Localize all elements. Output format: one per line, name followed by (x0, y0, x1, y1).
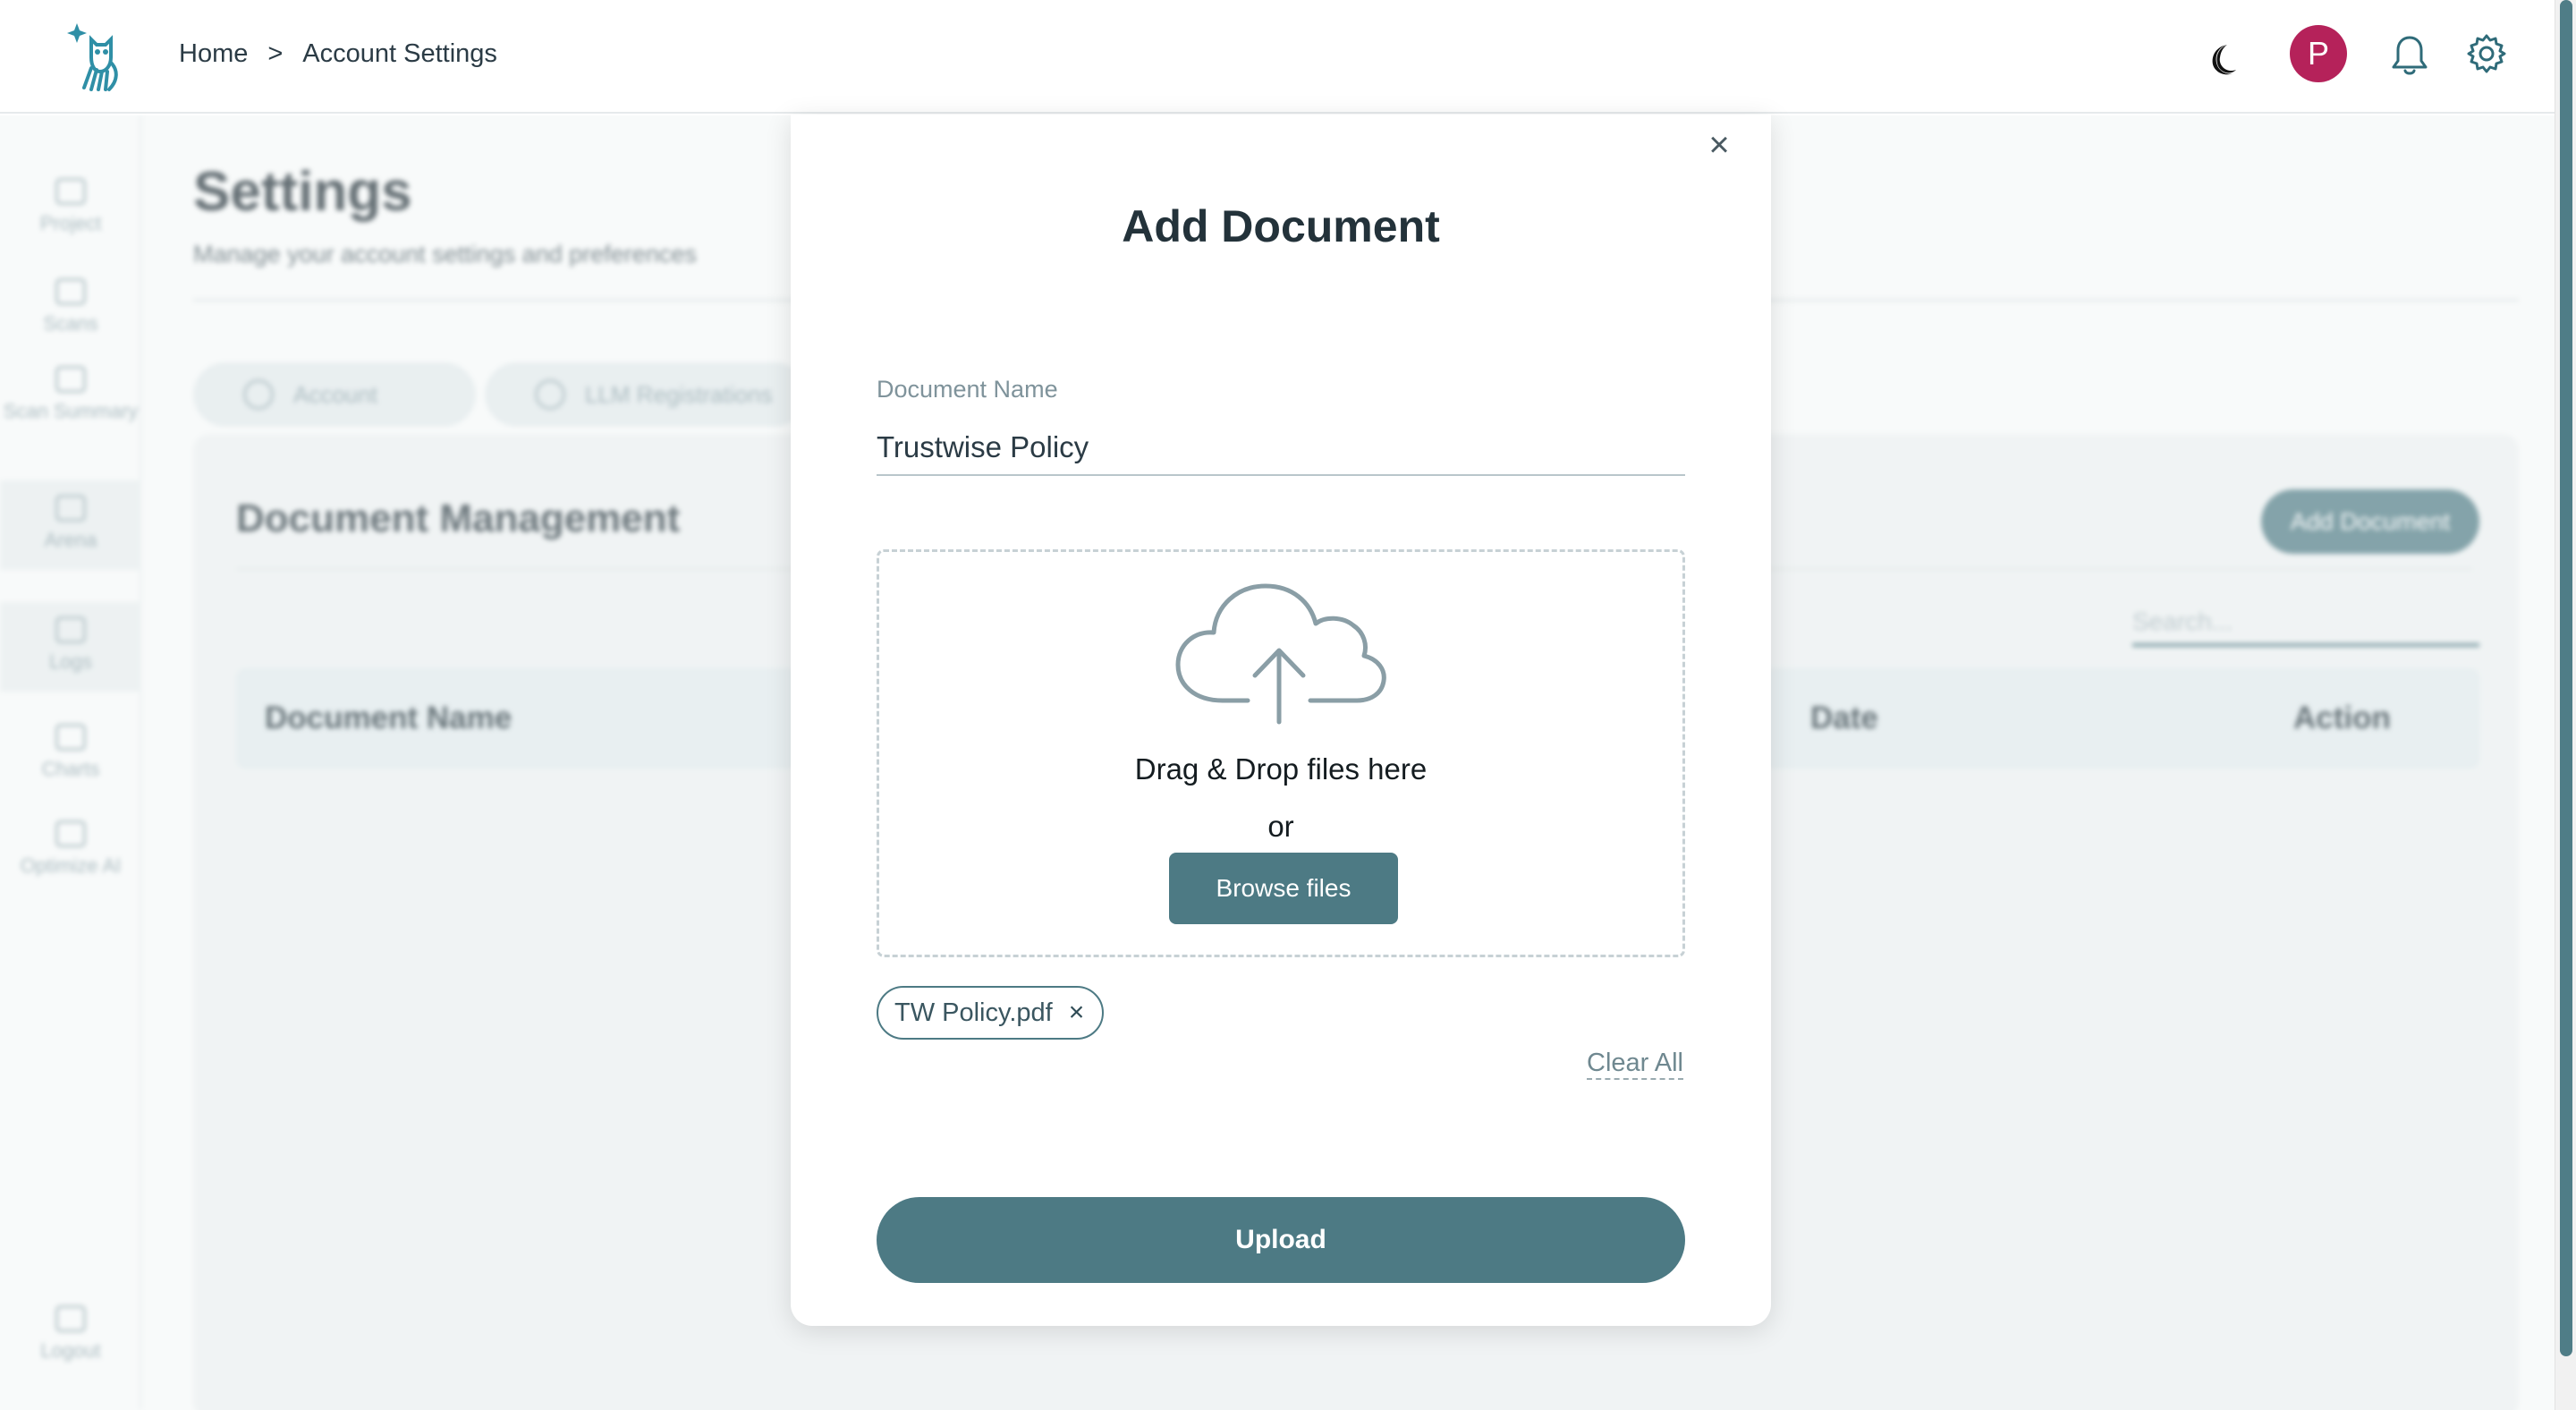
top-bar: Home > Account Settings P (0, 0, 2555, 114)
moon-icon[interactable] (2200, 39, 2240, 79)
breadcrumb-current: Account Settings (302, 39, 497, 68)
cloud-upload-icon (1175, 583, 1386, 725)
scrollbar-thumb[interactable] (2560, 0, 2572, 1356)
file-chip: TW Policy.pdf × (877, 986, 1105, 1040)
remove-file-icon[interactable]: × (1069, 998, 1085, 1028)
gear-icon[interactable] (2465, 32, 2508, 75)
dropzone-text: Drag & Drop files here (1134, 752, 1428, 786)
bell-icon[interactable] (2388, 34, 2431, 79)
page-scrollbar[interactable] (2555, 0, 2576, 1410)
clear-all-button[interactable]: Clear All (1587, 1049, 1683, 1080)
file-chip-name: TW Policy.pdf (894, 998, 1053, 1027)
avatar[interactable]: P (2290, 25, 2347, 82)
add-document-modal: × Add Document Document Name Drag & Drop… (791, 115, 1771, 1326)
modal-title: Add Document (1122, 201, 1440, 251)
breadcrumb-home[interactable]: Home (179, 39, 248, 69)
document-name-label: Document Name (877, 376, 1058, 403)
logo-icon[interactable] (64, 18, 127, 93)
breadcrumb-separator: > (267, 39, 284, 68)
browse-files-button[interactable]: Browse files (1169, 853, 1398, 924)
document-name-field[interactable] (877, 420, 1685, 476)
upload-button[interactable]: Upload (877, 1197, 1685, 1283)
file-dropzone[interactable]: Drag & Drop files here or Browse files (877, 549, 1685, 957)
breadcrumb: Home > Account Settings (179, 39, 497, 69)
dropzone-or-text: or (1267, 810, 1294, 843)
close-icon[interactable]: × (1701, 127, 1737, 163)
